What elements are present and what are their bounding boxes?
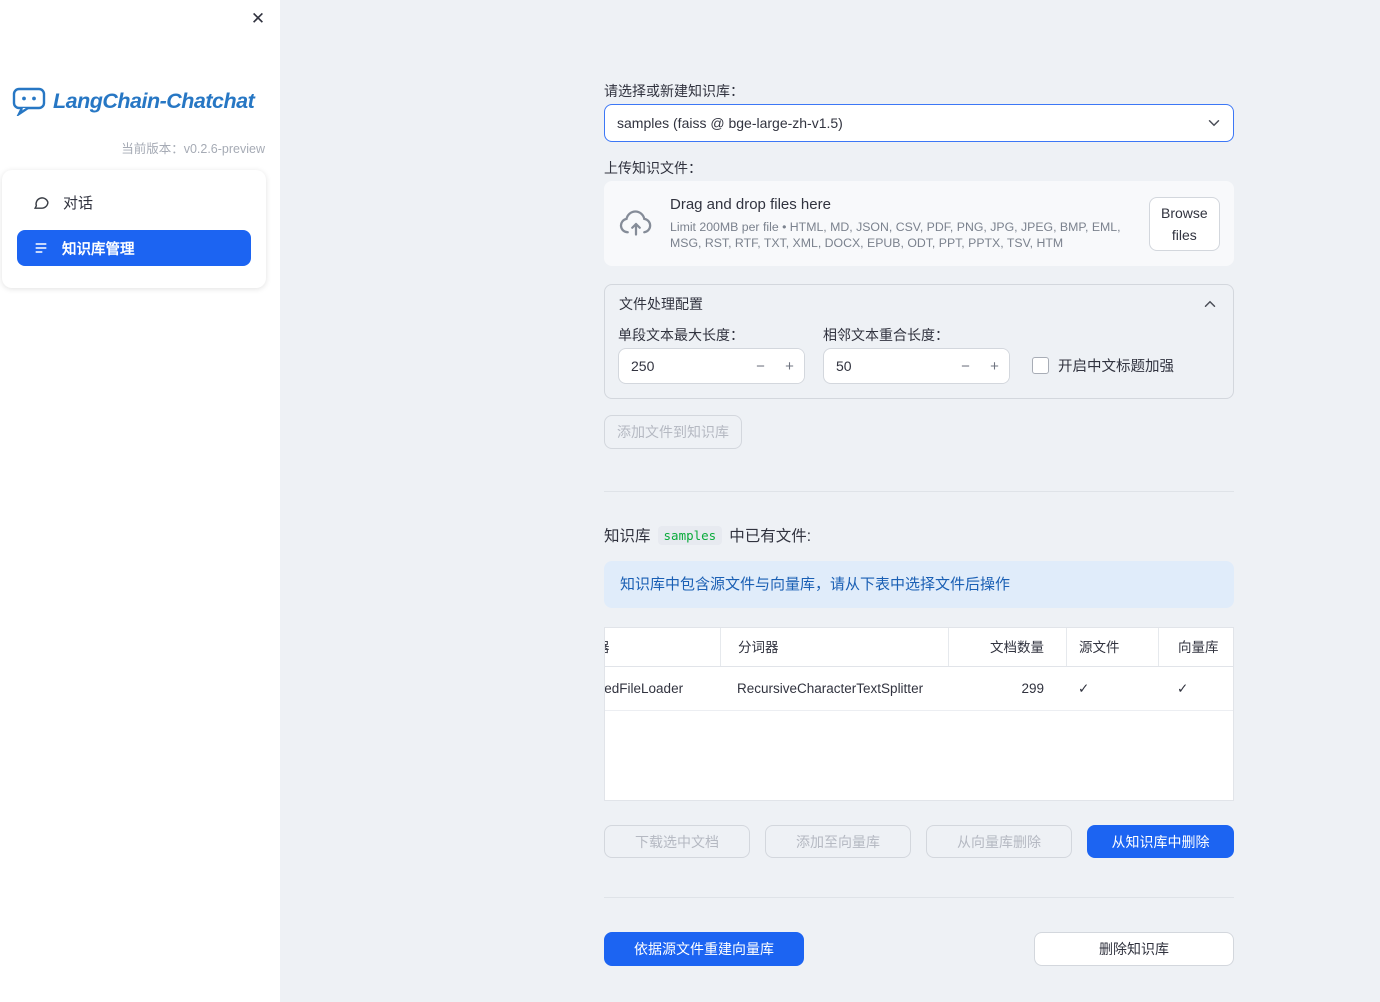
kb-select[interactable]: samples (faiss @ bge-large-zh-v1.5) <box>604 104 1234 142</box>
file-config-expander: 文件处理配置 单段文本最大长度： 相邻文本重合长度： 250 − + 50 − … <box>604 284 1234 399</box>
cell-source-check: ✓ <box>1078 681 1090 696</box>
existing-prefix: 知识库 <box>604 528 651 545</box>
uploader-title: Drag and drop files here <box>670 196 831 213</box>
overlap-size-value: 50 <box>836 358 852 374</box>
chunk-size-input[interactable]: 250 − + <box>618 348 805 384</box>
overlap-increment-button[interactable]: + <box>980 349 1009 383</box>
sidebar-item-knowledge-base[interactable]: 知识库管理 <box>17 230 251 266</box>
sidebar-menu: 对话 知识库管理 <box>2 170 266 288</box>
cell-splitter: RecursiveCharacterTextSplitter <box>737 681 924 696</box>
chunk-size-label: 单段文本最大长度： <box>618 327 744 343</box>
checkbox-label: 开启中文标题加强 <box>1058 359 1174 375</box>
header-vector-store: 向量库 <box>1158 628 1233 666</box>
chunk-size-value: 250 <box>631 358 655 374</box>
table-row[interactable]: UnstructuredFileLoader RecursiveCharacte… <box>604 667 1233 711</box>
header-splitter: 分词器 <box>720 628 948 666</box>
zh-title-enhance-checkbox[interactable]: 开启中文标题加强 <box>1032 355 1174 376</box>
menu-item-label: 知识库管理 <box>62 241 135 258</box>
table-header-row: 文档加载器 分词器 文档数量 源文件 向量库 <box>605 628 1233 667</box>
logo-text: LangChain-Chatchat <box>53 88 255 113</box>
delete-kb-button[interactable]: 删除知识库 <box>1034 932 1234 966</box>
sidebar: ✕ LangChain-Chatchat 当前版本：v0.2.6-preview <box>0 0 280 1002</box>
chevron-down-icon <box>1205 114 1223 132</box>
chevron-up-icon <box>1201 295 1219 313</box>
kb-select-value: samples (faiss @ bge-large-zh-v1.5) <box>617 115 843 131</box>
divider <box>604 897 1234 898</box>
cell-loader: UnstructuredFileLoader <box>604 681 684 696</box>
menu-item-label: 对话 <box>63 194 94 212</box>
knowledge-base-icon <box>33 240 49 256</box>
cell-doc-count: 299 <box>1021 681 1044 696</box>
overlap-size-label: 相邻文本重合长度： <box>823 327 949 343</box>
existing-suffix: 中已有文件: <box>729 528 812 545</box>
checkbox-box <box>1032 357 1049 374</box>
uploader-texts: Drag and drop files here Limit 200MB per… <box>670 196 1133 251</box>
cell-vector-check: ✓ <box>1177 681 1189 696</box>
chunk-increment-button[interactable]: + <box>775 349 804 383</box>
file-uploader-dropzone[interactable]: Drag and drop files here Limit 200MB per… <box>604 181 1234 266</box>
chunk-decrement-button[interactable]: − <box>746 349 775 383</box>
upload-label: 上传知识文件： <box>604 160 702 176</box>
logo-chat-icon <box>12 86 46 116</box>
header-source-file: 源文件 <box>1066 628 1158 666</box>
overlap-decrement-button[interactable]: − <box>951 349 980 383</box>
delete-from-kb-button[interactable]: 从知识库中删除 <box>1087 825 1234 858</box>
download-selected-button[interactable]: 下载选中文档 <box>604 825 750 858</box>
chat-bubble-icon <box>33 194 50 211</box>
header-loader: 文档加载器 <box>605 628 720 666</box>
remove-from-vector-store-button[interactable]: 从向量库删除 <box>926 825 1072 858</box>
existing-files-heading: 知识库 samples 中已有文件: <box>604 524 1234 546</box>
version-label: 当前版本：v0.2.6-preview <box>121 142 265 156</box>
divider <box>604 491 1234 492</box>
uploader-limit: Limit 200MB per file • HTML, MD, JSON, C… <box>670 220 1121 250</box>
rebuild-vector-store-button[interactable]: 依据源文件重建向量库 <box>604 932 804 966</box>
browse-files-button[interactable]: Browse files <box>1148 196 1220 251</box>
files-table[interactable]: 文档加载器 分词器 文档数量 源文件 向量库 UnstructuredFileL… <box>604 627 1234 801</box>
kb-name-code: samples <box>657 525 723 545</box>
kb-select-label: 请选择或新建知识库： <box>604 83 744 99</box>
files-table-inner: 文档加载器 分词器 文档数量 源文件 向量库 UnstructuredFileL… <box>604 628 1233 711</box>
app-logo: LangChain-Chatchat <box>12 86 255 116</box>
add-to-vector-store-button[interactable]: 添加至向量库 <box>765 825 911 858</box>
app-root: ✕ LangChain-Chatchat 当前版本：v0.2.6-preview <box>0 0 1380 1002</box>
sidebar-item-dialogue[interactable]: 对话 <box>17 180 251 224</box>
cloud-upload-icon <box>618 209 654 239</box>
info-banner: 知识库中包含源文件与向量库，请从下表中选择文件后操作 <box>604 561 1234 608</box>
expander-header[interactable]: 文件处理配置 <box>605 285 1233 323</box>
overlap-size-input[interactable]: 50 − + <box>823 348 1010 384</box>
expander-title: 文件处理配置 <box>619 296 703 312</box>
sidebar-close-button[interactable]: ✕ <box>244 6 272 32</box>
header-doc-count: 文档数量 <box>948 628 1066 666</box>
add-files-to-kb-button[interactable]: 添加文件到知识库 <box>604 415 742 449</box>
